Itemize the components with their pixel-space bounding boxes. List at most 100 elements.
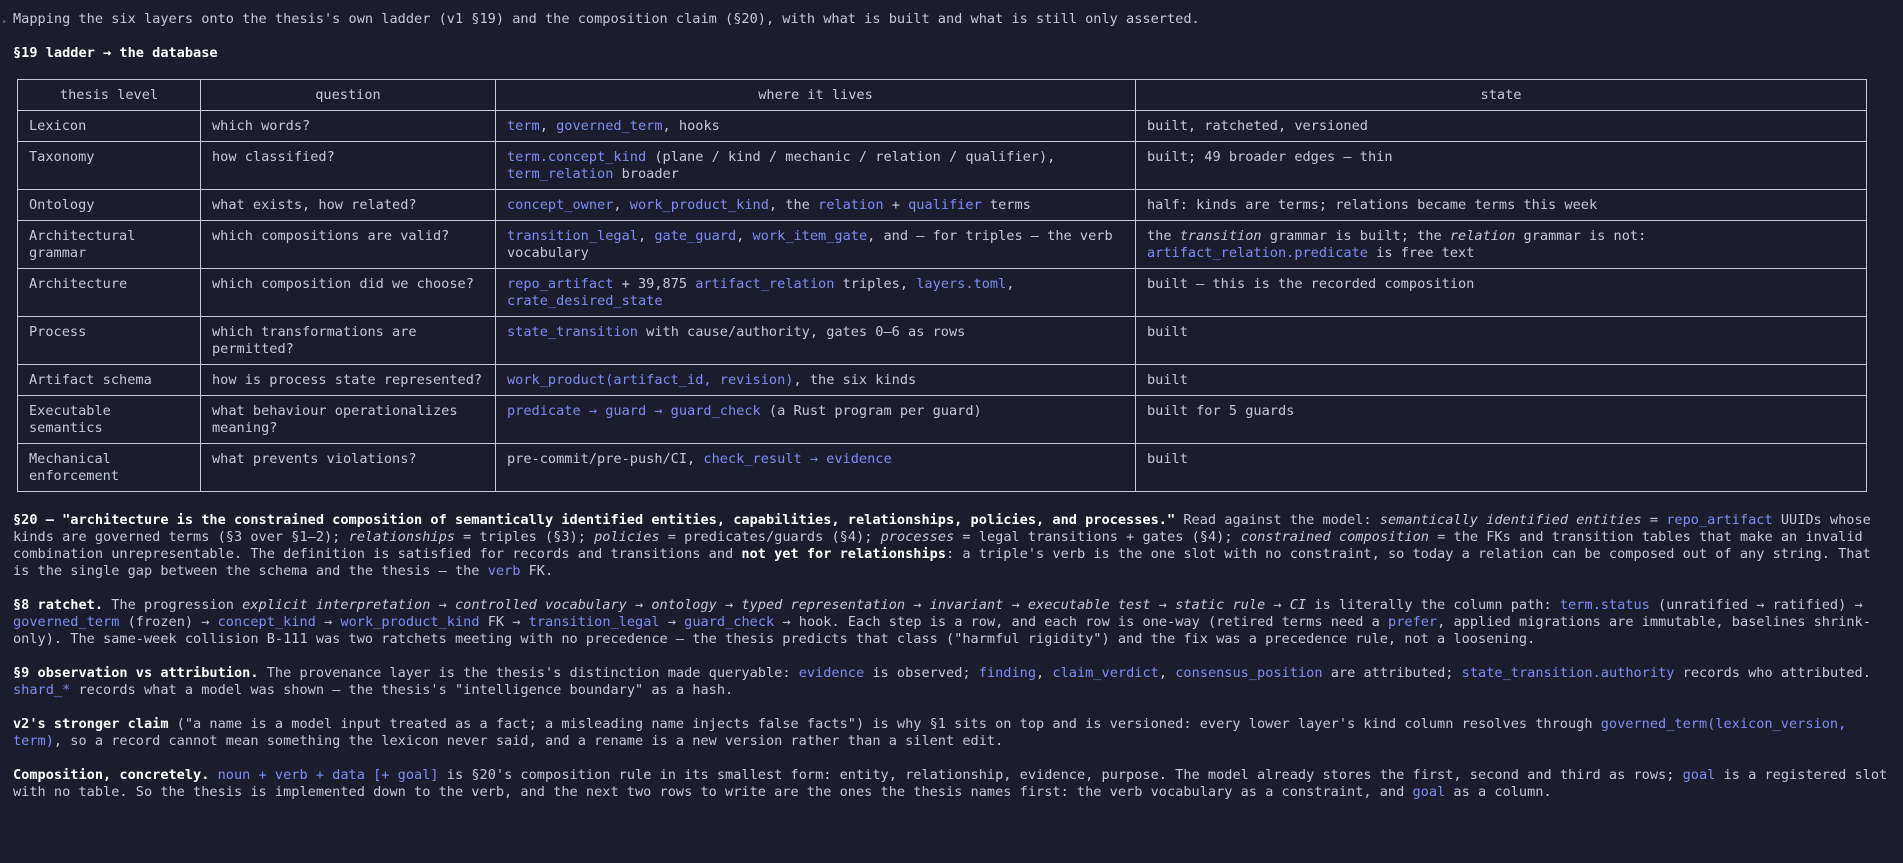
emphasis: explicit interpretation → controlled voc… xyxy=(242,597,1307,613)
emphasis: processes xyxy=(880,529,955,545)
cell-thesis-level: Taxonomy xyxy=(17,141,201,190)
cell-thesis-level: Ontology xyxy=(17,189,201,221)
code-identifier: transition_legal xyxy=(528,614,660,630)
code-identifier: consensus_position xyxy=(1175,665,1323,681)
cell-question: which transformations are permitted? xyxy=(200,316,496,365)
ladder-table: thesis level question where it lives sta… xyxy=(17,79,1867,492)
cell-where-it-lives: repo_artifact + 39,875 artifact_relation… xyxy=(495,268,1136,317)
code-identifier: governed_term(lexicon_version, term) xyxy=(13,716,1847,749)
code-identifier: goal xyxy=(1412,784,1446,800)
intro-text: Mapping the six layers onto the thesis's… xyxy=(13,11,1200,27)
cell-where-it-lives: predicate → guard → guard_check (a Rust … xyxy=(495,395,1136,444)
code-identifier: crate_desired_state xyxy=(507,293,663,309)
table-row: Artifact schema how is process state repr… xyxy=(17,364,1867,396)
bold-lead: §20 — "architecture is the constrained c… xyxy=(13,512,1176,528)
commentary-paragraph: §8 ratchet. The progression explicit int… xyxy=(13,597,1871,647)
table-row: Executable semantics what behaviour opera… xyxy=(17,395,1867,444)
code-identifier: state_transition.authority xyxy=(1461,665,1675,681)
code-identifier: state_transition xyxy=(507,324,638,340)
code-identifier: governed_term xyxy=(13,614,120,630)
code-identifier: work_item_gate xyxy=(752,228,868,244)
code-identifier: qualifier xyxy=(908,197,982,213)
code-identifier: transition_legal xyxy=(507,228,638,244)
document: ▸ Mapping the six layers onto the thesis… xyxy=(0,0,1903,801)
cell-thesis-level: Lexicon xyxy=(17,110,201,142)
code-identifier: claim_verdict xyxy=(1052,665,1159,681)
emphasis: semantically identified entities xyxy=(1379,512,1642,528)
cell-state: built, ratcheted, versioned xyxy=(1135,110,1867,142)
column-header-question: question xyxy=(200,79,496,111)
code-identifier: work_product(artifact_id, revision) xyxy=(507,372,794,388)
gutter-marker-icon: ▸ xyxy=(2,17,8,27)
cell-question: which compositions are valid? xyxy=(200,220,496,269)
code-identifier: concept_owner xyxy=(507,197,614,213)
table-row: Process which transformations are permitt… xyxy=(17,316,1867,365)
cell-where-it-lives: state_transition with cause/authority, g… xyxy=(495,316,1136,365)
cell-where-it-lives: term, governed_term, hooks xyxy=(495,110,1136,142)
table-row: Lexicon which words? term, governed_term, … xyxy=(17,110,1867,142)
table-row: Architectural grammar which compositions … xyxy=(17,220,1867,269)
emphasis: transition xyxy=(1179,228,1262,244)
column-header-state: state xyxy=(1135,79,1867,111)
code-identifier: noun + verb + data [+ goal] xyxy=(217,767,439,783)
bold-lead: not yet for relationships xyxy=(741,546,946,562)
cell-where-it-lives: transition_legal, gate_guard, work_item_… xyxy=(495,220,1136,269)
code-identifier: finding xyxy=(978,665,1037,681)
cell-state: built — this is the recorded composition xyxy=(1135,268,1867,317)
code-identifier: repo_artifact xyxy=(507,276,614,292)
code-identifier: repo_artifact xyxy=(1666,512,1773,528)
cell-thesis-level: Executable semantics xyxy=(17,395,201,444)
cell-state: built for 5 guards xyxy=(1135,395,1867,444)
cell-state: half: kinds are terms; relations became … xyxy=(1135,189,1867,221)
table-row: Ontology what exists, how related? concept… xyxy=(17,189,1867,221)
cell-thesis-level: Architecture xyxy=(17,268,201,317)
code-identifier: prefer xyxy=(1388,614,1438,630)
column-header-level: thesis level xyxy=(17,79,201,111)
commentary-paragraph: §20 — "architecture is the constrained c… xyxy=(13,512,1871,579)
emphasis: policies xyxy=(594,529,660,545)
cell-thesis-level: Mechanical enforcement xyxy=(17,443,201,492)
code-identifier: evidence xyxy=(798,665,865,681)
table-row: Mechanical enforcement what prevents viol… xyxy=(17,443,1867,492)
emphasis: constrained composition xyxy=(1240,529,1429,545)
cell-question: what exists, how related? xyxy=(200,189,496,221)
table-row: Architecture which composition did we cho… xyxy=(17,268,1867,317)
commentary-paragraph: Composition, concretely. noun + verb + d… xyxy=(13,767,1888,800)
code-identifier: governed_term xyxy=(556,118,663,134)
cell-question: which composition did we choose? xyxy=(200,268,496,317)
code-identifier: term.status xyxy=(1559,597,1650,613)
commentary-paragraph: v2's stronger claim ("a name is a model … xyxy=(13,716,1847,749)
cell-where-it-lives: work_product(artifact_id, revision), the… xyxy=(495,364,1136,396)
code-identifier: artifact_relation.predicate xyxy=(1147,245,1368,261)
cell-state: built xyxy=(1135,316,1867,365)
bold-lead: §9 observation vs attribution. xyxy=(13,665,259,681)
code-identifier: layers.toml xyxy=(916,276,1007,292)
column-header-where: where it lives xyxy=(495,79,1136,111)
cell-state: built xyxy=(1135,364,1867,396)
code-identifier: work_product_kind xyxy=(340,614,480,630)
code-identifier: term.concept_kind xyxy=(507,149,647,165)
code-identifier: goal xyxy=(1682,767,1716,783)
commentary: §20 — "architecture is the constrained c… xyxy=(13,512,1891,801)
cell-state: the transition grammar is built; the rel… xyxy=(1135,220,1867,269)
cell-state: built xyxy=(1135,443,1867,492)
cell-thesis-level: Architectural grammar xyxy=(17,220,201,269)
section-heading: §19 ladder → the database xyxy=(13,45,218,61)
code-identifier: verb xyxy=(487,563,521,579)
cell-where-it-lives: term.concept_kind (plane / kind / mechan… xyxy=(495,141,1136,190)
code-identifier: check_result → evidence xyxy=(703,451,892,467)
cell-where-it-lives: concept_owner, work_product_kind, the re… xyxy=(495,189,1136,221)
cell-question: what prevents violations? xyxy=(200,443,496,492)
cell-question: how classified? xyxy=(200,141,496,190)
cell-question: how is process state represented? xyxy=(200,364,496,396)
emphasis: relationships xyxy=(348,529,455,545)
code-identifier: gate_guard xyxy=(654,228,737,244)
bold-lead: Composition, concretely. xyxy=(13,767,210,783)
cell-question: which words? xyxy=(200,110,496,142)
emphasis: relation xyxy=(1449,228,1516,244)
code-identifier: predicate → guard → guard_check xyxy=(507,403,761,419)
table-row: Taxonomy how classified? term.concept_kind… xyxy=(17,141,1867,190)
cell-where-it-lives: pre-commit/pre-push/CI, check_result → e… xyxy=(495,443,1136,492)
cell-question: what behaviour operationalizes meaning? xyxy=(200,395,496,444)
code-identifier: work_product_kind xyxy=(629,197,769,213)
